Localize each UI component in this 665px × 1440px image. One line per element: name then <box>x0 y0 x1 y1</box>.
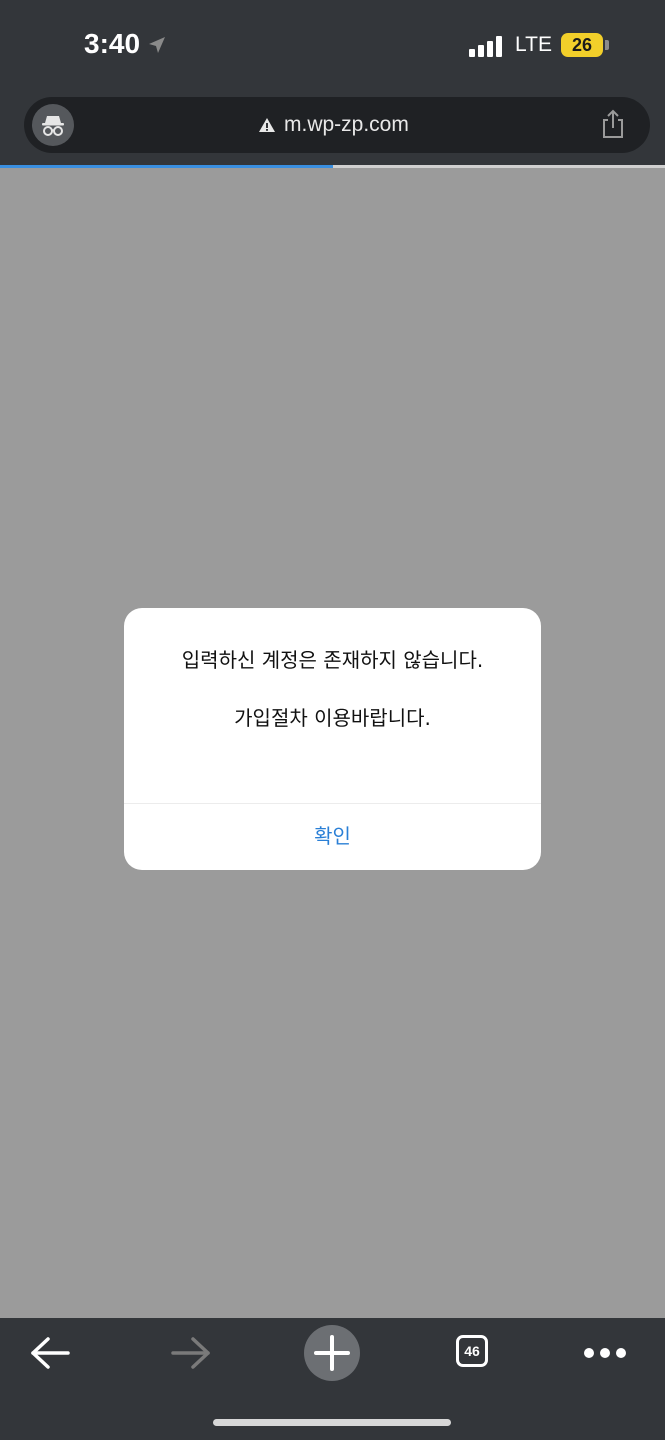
forward-arrow-icon[interactable] <box>171 1336 211 1370</box>
network-type: LTE <box>515 33 552 56</box>
url-text: m.wp-zp.com <box>284 113 409 136</box>
incognito-icon[interactable] <box>32 104 74 146</box>
status-time: 3:40 <box>84 28 141 59</box>
location-arrow-icon <box>149 37 165 53</box>
home-indicator <box>213 1419 451 1426</box>
url-display[interactable]: m.wp-zp.com <box>258 112 409 138</box>
status-bar: 3:40 LTE 26 <box>0 0 665 92</box>
back-arrow-icon[interactable] <box>30 1336 70 1370</box>
share-icon[interactable] <box>600 109 626 139</box>
tab-count: 46 <box>464 1343 480 1359</box>
warning-triangle-icon <box>259 118 275 132</box>
tab-switcher-button[interactable]: 46 <box>456 1335 488 1367</box>
page-load-progress <box>0 165 665 168</box>
cellular-signal-icon <box>469 35 505 57</box>
page-load-progress-fill <box>0 165 333 168</box>
plus-icon <box>314 1335 350 1371</box>
confirm-button[interactable]: 확인 <box>124 804 541 870</box>
alert-dialog: 입력하신 계정은 존재하지 않습니다. 가입절차 이용바랍니다. 확인 <box>124 608 541 870</box>
alert-message-line-1: 입력하신 계정은 존재하지 않습니다. <box>181 648 484 672</box>
more-dots-icon[interactable] <box>582 1346 628 1360</box>
browser-header: m.wp-zp.com <box>0 92 665 166</box>
address-bar[interactable]: m.wp-zp.com <box>24 97 650 153</box>
battery-cap <box>605 40 609 50</box>
battery-level: 26 <box>571 35 593 55</box>
alert-message-line-2: 가입절차 이용바랍니다. <box>234 706 431 730</box>
battery-icon: 26 <box>561 33 603 57</box>
new-tab-button[interactable] <box>304 1325 360 1381</box>
